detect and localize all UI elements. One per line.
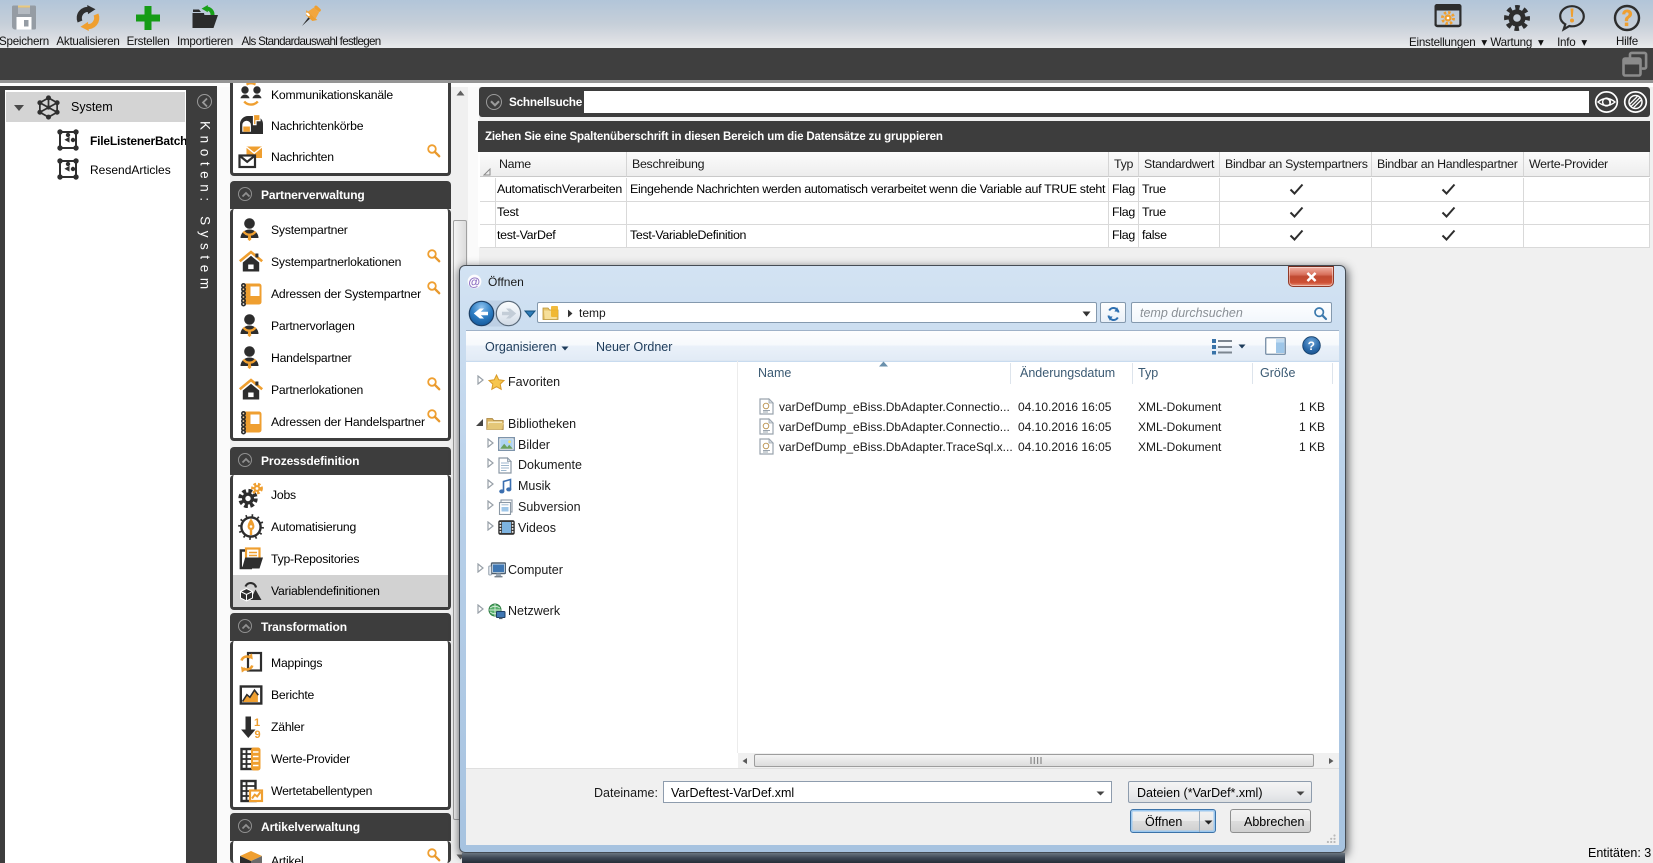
svg-text:@: @ [468, 275, 480, 289]
svg-text:?: ? [1308, 339, 1315, 353]
svg-text:9: 9 [255, 729, 261, 740]
svg-text:1: 1 [254, 717, 260, 729]
